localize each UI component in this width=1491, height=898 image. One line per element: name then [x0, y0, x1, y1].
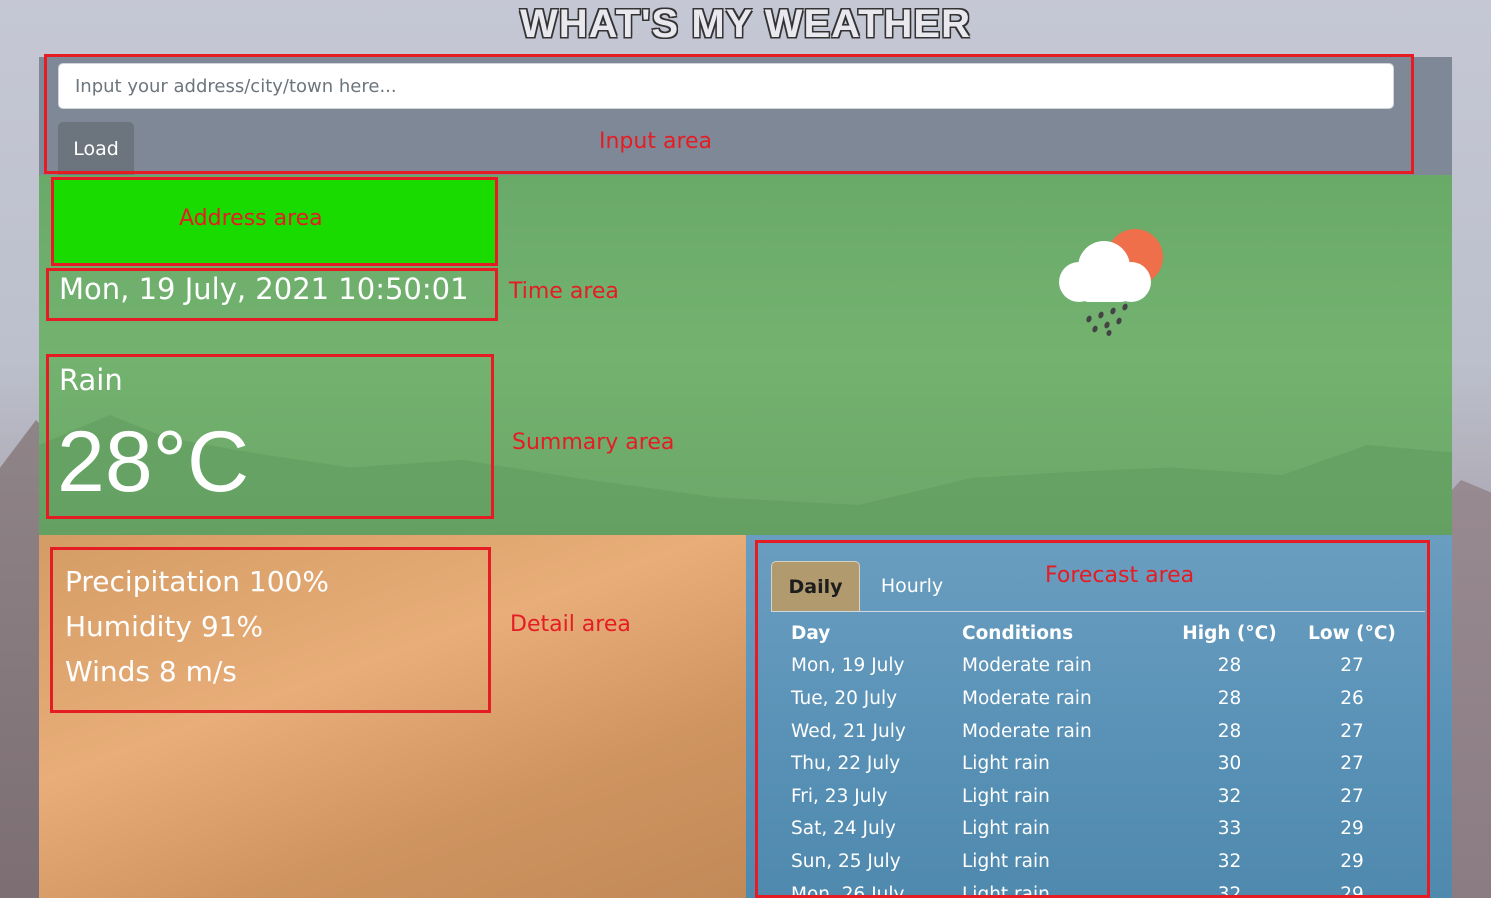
- annotation-label-detail: Detail area: [510, 612, 631, 637]
- app-title: WHAT'S MY WEATHER: [520, 2, 971, 46]
- annotation-label-summary: Summary area: [512, 430, 675, 455]
- annotation-box-forecast: [755, 540, 1430, 898]
- annotation-label-time: Time area: [509, 279, 619, 304]
- cloud-rain-sun-icon: [1059, 229, 1163, 336]
- annotation-box-summary: [46, 354, 494, 519]
- annotation-label-address: Address area: [179, 206, 323, 231]
- annotation-box-input: [44, 54, 1414, 174]
- annotation-label-forecast: Forecast area: [1045, 563, 1195, 588]
- annotation-box-time: [46, 268, 498, 321]
- annotation-label-input: Input area: [599, 129, 713, 154]
- annotation-box-detail: [50, 547, 491, 713]
